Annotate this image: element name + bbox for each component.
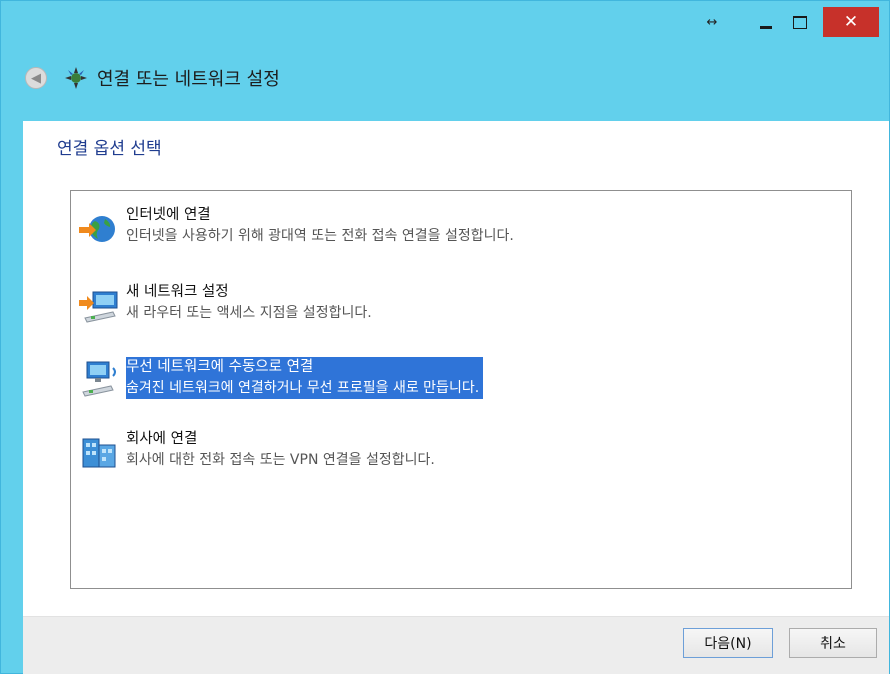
option-title: 무선 네트워크에 수동으로 연결 <box>126 359 314 375</box>
option-text: 무선 네트워크에 수동으로 연결 숨겨진 네트워크에 연결하거나 무선 프로필을… <box>126 357 484 399</box>
caption-extra-icon[interactable]: ↔ <box>697 7 727 37</box>
minimize-icon <box>760 25 772 29</box>
option-description: 숨겨진 네트워크에 연결하거나 무선 프로필을 새로 만듭니다. <box>126 380 480 396</box>
internet-globe-icon <box>79 216 115 242</box>
content-area: 연결 옵션 선택 인터넷에 연결 인터넷을 사용하기 위해 광대역 또는 전화 … <box>23 121 889 616</box>
cancel-button[interactable]: 취소 <box>789 628 877 658</box>
network-wizard-icon <box>65 67 87 89</box>
caption-buttons: ↔ ✕ <box>697 7 879 37</box>
dialog-footer: 다음(N) 취소 <box>23 616 889 674</box>
window-title: 연결 또는 네트워크 설정 <box>97 69 280 90</box>
option-description: 인터넷을 사용하기 위해 광대역 또는 전화 접속 연결을 설정합니다. <box>126 228 514 244</box>
option-connect-workplace[interactable]: 회사에 연결 회사에 대한 전화 접속 또는 VPN 연결을 설정합니다. <box>77 429 837 475</box>
workplace-vpn-icon <box>82 438 116 468</box>
minimize-button[interactable] <box>749 7 783 37</box>
close-icon: ✕ <box>843 12 859 32</box>
option-title: 새 네트워크 설정 <box>126 284 229 300</box>
back-arrow-icon: ◀ <box>31 70 41 86</box>
connection-options-list[interactable]: 인터넷에 연결 인터넷을 사용하기 위해 광대역 또는 전화 접속 연결을 설정… <box>70 190 852 589</box>
navigation-row: ◀ 연결 또는 네트워크 설정 <box>25 63 280 93</box>
option-description: 회사에 대한 전화 접속 또는 VPN 연결을 설정합니다. <box>126 452 435 468</box>
maximize-icon <box>793 15 807 29</box>
option-title: 회사에 연결 <box>126 431 198 447</box>
option-text: 인터넷에 연결 인터넷을 사용하기 위해 광대역 또는 전화 접속 연결을 설정… <box>126 205 514 247</box>
wireless-network-icon <box>82 361 116 397</box>
maximize-button[interactable] <box>783 7 817 37</box>
option-description: 새 라우터 또는 액세스 지점을 설정합니다. <box>126 305 372 321</box>
option-text: 회사에 연결 회사에 대한 전화 접속 또는 VPN 연결을 설정합니다. <box>126 429 435 471</box>
title-bar: ↔ ✕ ◀ 연결 또는 네트워크 설정 <box>1 1 889 121</box>
dialog-window: ↔ ✕ ◀ 연결 또는 네트워크 설정 연결 옵션 선택 인터넷에 연결 인터넷… <box>0 0 890 674</box>
router-setup-icon <box>79 291 118 323</box>
option-text: 새 네트워크 설정 새 라우터 또는 액세스 지점을 설정합니다. <box>126 282 372 324</box>
back-button[interactable]: ◀ <box>25 67 47 89</box>
close-button[interactable]: ✕ <box>823 7 879 37</box>
page-heading: 연결 옵션 선택 <box>57 139 162 159</box>
option-new-network[interactable]: 새 네트워크 설정 새 라우터 또는 액세스 지점을 설정합니다. <box>77 282 837 328</box>
option-manual-wireless[interactable]: 무선 네트워크에 수동으로 연결 숨겨진 네트워크에 연결하거나 무선 프로필을… <box>77 354 837 400</box>
next-button[interactable]: 다음(N) <box>683 628 773 658</box>
option-title: 인터넷에 연결 <box>126 207 211 223</box>
option-connect-internet[interactable]: 인터넷에 연결 인터넷을 사용하기 위해 광대역 또는 전화 접속 연결을 설정… <box>77 205 837 251</box>
